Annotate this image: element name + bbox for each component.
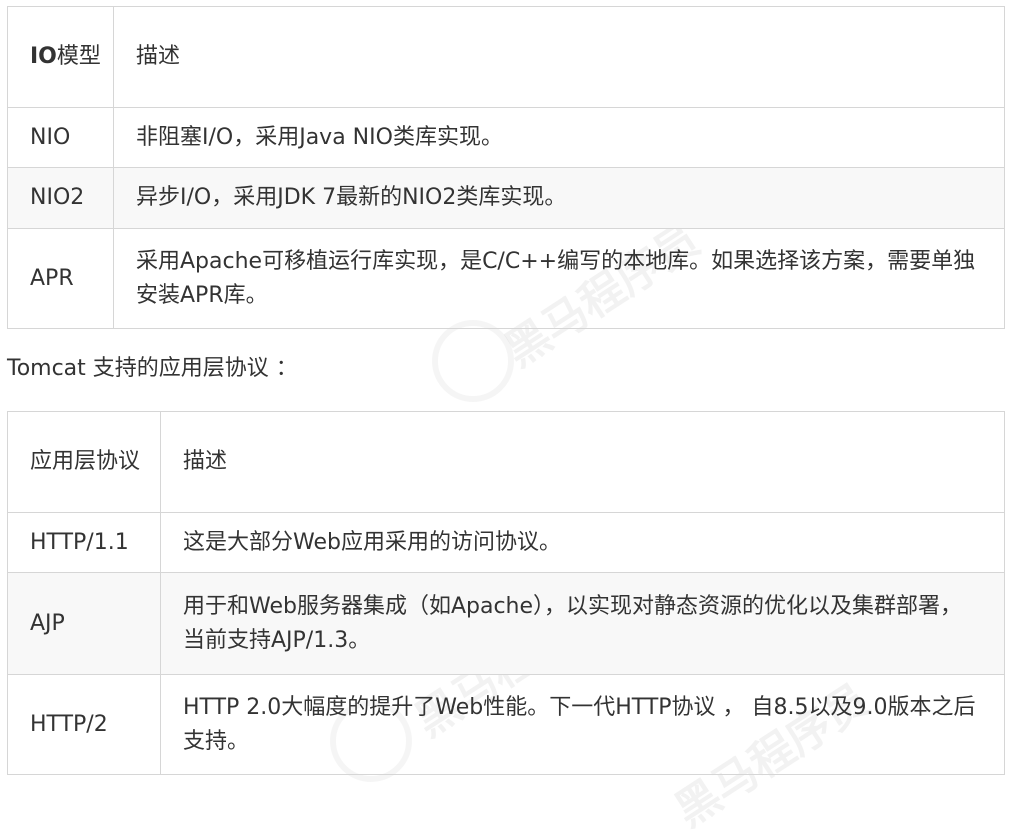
table-row: AJP 用于和Web服务器集成（如Apache），以实现对静态资源的优化以及集群… <box>7 572 1005 675</box>
table-row: APR 采用Apache可移植运行库实现，是C/C++编写的本地库。如果选择该方… <box>7 228 1005 329</box>
protocol-desc: HTTP 2.0大幅度的提升了Web性能。下一代HTTP协议 ， 自8.5以及9… <box>160 674 1005 775</box>
table-row: NIO 非阻塞I/O，采用Java NIO类库实现。 <box>7 107 1005 168</box>
table-row: NIO2 异步I/O，采用JDK 7最新的NIO2类库实现。 <box>7 167 1005 229</box>
protocol-table: 应用层协议 描述 HTTP/1.1 这是大部分Web应用采用的访问协议。 AJP… <box>7 411 1005 775</box>
section-subtitle: Tomcat 支持的应用层协议 ： <box>7 356 298 381</box>
protocol-desc: 用于和Web服务器集成（如Apache），以实现对静态资源的优化以及集群部署，当… <box>160 572 1005 675</box>
io-model-desc: 采用Apache可移植运行库实现，是C/C++编写的本地库。如果选择该方案，需要… <box>113 228 1005 329</box>
table-row: HTTP/2 HTTP 2.0大幅度的提升了Web性能。下一代HTTP协议 ， … <box>7 674 1005 775</box>
io-model-desc: 非阻塞I/O，采用Java NIO类库实现。 <box>113 107 1005 168</box>
protocol-desc: 这是大部分Web应用采用的访问协议。 <box>160 512 1005 573</box>
protocol-name: AJP <box>7 572 161 675</box>
header-cell-io-model: IO模型 <box>7 6 114 108</box>
table-header-row: 应用层协议 描述 <box>7 411 1005 513</box>
protocol-name: HTTP/1.1 <box>7 512 161 573</box>
header-cell-description: 描述 <box>160 411 1005 513</box>
watermark-logo-icon <box>432 320 514 402</box>
io-model-desc: 异步I/O，采用JDK 7最新的NIO2类库实现。 <box>113 167 1005 229</box>
io-model-name: NIO2 <box>7 167 114 229</box>
io-model-table: IO模型 描述 NIO 非阻塞I/O，采用Java NIO类库实现。 NIO2 … <box>7 6 1005 329</box>
header-io-bold: IO <box>30 44 57 69</box>
table-row: HTTP/1.1 这是大部分Web应用采用的访问协议。 <box>7 512 1005 573</box>
io-model-name: APR <box>7 228 114 329</box>
protocol-name: HTTP/2 <box>7 674 161 775</box>
table-header-row: IO模型 描述 <box>7 6 1005 108</box>
header-cell-protocol: 应用层协议 <box>7 411 161 513</box>
header-cell-description: 描述 <box>113 6 1005 108</box>
header-io-rest: 模型 <box>56 44 101 69</box>
io-model-name: NIO <box>7 107 114 168</box>
